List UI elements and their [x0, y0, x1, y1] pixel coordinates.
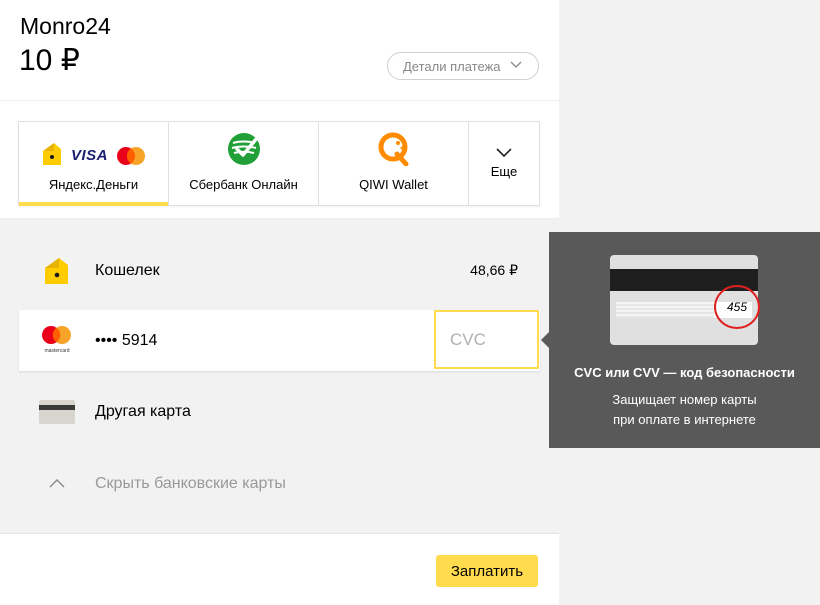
- card-number: •••• 5914: [95, 332, 158, 349]
- method-label: Еще: [490, 164, 518, 179]
- mastercard-icon: mastercard: [42, 326, 71, 354]
- chevron-down-icon: [496, 148, 512, 158]
- payment-sources-list: Кошелек 48,66 ₽ mastercard •••• 5914 Дру…: [0, 219, 559, 534]
- yandex-money-icon: [42, 143, 61, 165]
- merchant-name: Monro24: [20, 13, 111, 39]
- method-label: Яндекс.Деньги: [48, 177, 139, 192]
- wallet-balance: 48,66 ₽: [470, 262, 518, 278]
- chevron-down-icon: [510, 61, 522, 68]
- cvc-input[interactable]: [434, 310, 539, 369]
- method-more[interactable]: Еще: [469, 122, 539, 205]
- mastercard-wordmark: mastercard: [44, 348, 69, 354]
- method-logos: [377, 122, 411, 168]
- qiwi-icon: [378, 132, 408, 166]
- pay-button[interactable]: Заплатить: [436, 555, 538, 587]
- hide-cards-link[interactable]: Скрыть банковские карты: [95, 475, 286, 493]
- chevron-up-icon[interactable]: [49, 478, 65, 488]
- bank-card-icon: [39, 400, 75, 424]
- cvc-tooltip: 455 CVC или CVV — код безопасности Защищ…: [549, 232, 820, 448]
- wallet-label[interactable]: Кошелек: [95, 262, 160, 280]
- method-logos: [227, 122, 261, 168]
- tooltip-title: CVC или CVV — код безопасности: [574, 365, 795, 380]
- method-qiwi-wallet[interactable]: QIWI Wallet: [319, 122, 469, 205]
- tooltip-text-line: при оплате в интернете: [613, 412, 756, 427]
- method-label: Сбербанк Онлайн: [189, 177, 298, 192]
- cvc-sample-code: 455: [714, 285, 760, 329]
- visa-logo: VISA: [70, 147, 108, 164]
- method-yandex-money[interactable]: VISA Яндекс.Деньги: [19, 122, 169, 206]
- sberbank-icon: [227, 133, 260, 165]
- payment-details-label: Детали платежа: [403, 58, 501, 74]
- tooltip-text: Защищает номер карты при оплате в интерн…: [549, 390, 820, 430]
- wallet-icon: [45, 258, 68, 284]
- method-label: QIWI Wallet: [359, 177, 428, 192]
- method-logos: VISA: [41, 122, 146, 168]
- other-card-label[interactable]: Другая карта: [95, 403, 191, 421]
- payment-header: Monro24 10 ₽ Детали платежа: [0, 0, 559, 101]
- signature-strip: [616, 302, 714, 318]
- payment-methods: VISA Яндекс.Деньги Сбербанк Онлайн QIWI …: [18, 121, 540, 206]
- payment-details-button[interactable]: Детали платежа: [387, 52, 539, 80]
- payment-panel: Monro24 10 ₽ Детали платежа VISA Яндекс.…: [0, 0, 559, 605]
- tooltip-arrow: [541, 332, 549, 348]
- tooltip-text-line: Защищает номер карты: [612, 392, 757, 407]
- method-sberbank-online[interactable]: Сбербанк Онлайн: [169, 122, 319, 205]
- method-logos: [496, 122, 512, 160]
- saved-card-row[interactable]: mastercard •••• 5914: [19, 310, 540, 371]
- payment-amount: 10 ₽: [19, 44, 80, 77]
- mastercard-icon: [117, 147, 145, 165]
